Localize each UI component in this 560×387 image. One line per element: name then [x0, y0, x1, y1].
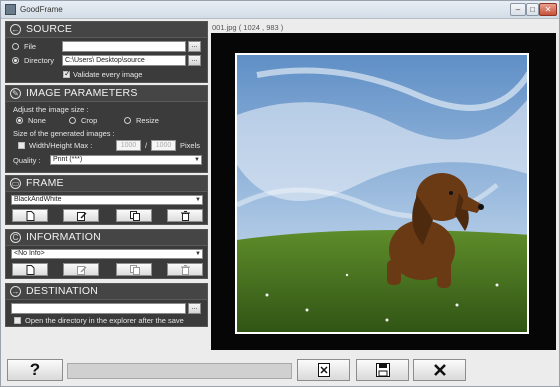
- directory-radio[interactable]: [12, 57, 19, 64]
- directory-path-input[interactable]: C:\Users\ Desktop\source: [62, 55, 186, 66]
- new-document-icon: [26, 265, 35, 275]
- edit-icon: [77, 212, 87, 221]
- copy-icon: [130, 265, 140, 275]
- generate-button[interactable]: [297, 359, 350, 381]
- file-label: File: [24, 42, 37, 51]
- copyright-icon: C: [10, 232, 21, 243]
- destination-path-input[interactable]: [11, 303, 186, 314]
- minimize-button[interactable]: –: [510, 3, 526, 16]
- chevron-down-icon: ▼: [195, 197, 201, 203]
- copy-info-button[interactable]: [116, 263, 152, 276]
- frame-title: FRAME: [26, 177, 64, 189]
- max-size-checkbox[interactable]: [18, 142, 25, 149]
- file-path-input[interactable]: [62, 41, 186, 52]
- information-value: <No Info>: [14, 250, 45, 257]
- progress-bar: [67, 363, 292, 379]
- destination-browse-button[interactable]: ...: [188, 303, 201, 314]
- frame-preview: [211, 33, 556, 350]
- save-button[interactable]: [356, 359, 409, 381]
- destination-panel: → DESTINATION ... Open the directory in …: [5, 283, 208, 327]
- frame-icon: ▭: [10, 178, 21, 189]
- open-directory-checkbox[interactable]: [14, 317, 21, 324]
- size-crop-radio[interactable]: [69, 117, 76, 124]
- max-width-input[interactable]: 1000: [116, 140, 141, 151]
- file-radio[interactable]: [12, 43, 19, 50]
- size-resize-radio[interactable]: [124, 117, 131, 124]
- trash-icon: [181, 265, 190, 275]
- source-header: ← SOURCE: [6, 22, 207, 38]
- size-none-radio[interactable]: [16, 117, 23, 124]
- validate-checkbox[interactable]: [63, 69, 71, 78]
- delete-frame-button[interactable]: [167, 209, 203, 222]
- frame-header: ▭ FRAME: [6, 176, 207, 192]
- edit-frame-button[interactable]: [63, 209, 99, 222]
- quality-label: Quality :: [13, 156, 41, 165]
- information-header: C INFORMATION: [6, 230, 207, 246]
- chevron-down-icon: ▼: [195, 251, 201, 257]
- copy-icon: [130, 211, 140, 221]
- directory-browse-button[interactable]: ...: [188, 55, 201, 66]
- destination-header: → DESTINATION: [6, 284, 207, 300]
- process-file-icon: [317, 363, 330, 377]
- size-separator: /: [145, 141, 148, 150]
- pixels-unit-label: Pixels: [180, 141, 201, 150]
- floppy-disk-icon: [375, 363, 390, 377]
- preview-caption: 001.jpg ( 1024 , 983 ): [212, 23, 284, 32]
- copy-frame-button[interactable]: [116, 209, 152, 222]
- information-title: INFORMATION: [26, 231, 101, 243]
- app-window: GoodFrame – □ ✕ ← SOURCE File ... Direct…: [0, 0, 560, 387]
- quality-value: Print (***): [53, 156, 83, 163]
- size-crop-label: Crop: [81, 116, 98, 125]
- source-panel: ← SOURCE File ... Directory C:\Users\ De…: [5, 21, 208, 83]
- information-select[interactable]: <No Info> ▼: [11, 249, 203, 259]
- adjust-size-label: Adjust the image size :: [13, 105, 89, 114]
- window-title: GoodFrame: [20, 5, 63, 14]
- help-button[interactable]: ?: [7, 359, 63, 381]
- edit-icon: [77, 266, 87, 275]
- generated-size-label: Size of the generated images :: [13, 129, 115, 138]
- pencil-icon: ✎: [10, 88, 21, 99]
- bottom-bar: ?: [1, 356, 559, 386]
- edit-info-button[interactable]: [63, 263, 99, 276]
- size-none-label: None: [28, 116, 46, 125]
- trash-icon: [181, 211, 190, 221]
- app-icon: [5, 4, 16, 15]
- chevron-down-icon: ▼: [194, 157, 200, 163]
- quality-select[interactable]: Print (***) ▼: [50, 155, 202, 165]
- preview-area: 001.jpg ( 1024 , 983 ): [211, 21, 557, 351]
- title-bar: GoodFrame – □ ✕: [1, 1, 559, 19]
- cancel-button[interactable]: [413, 359, 466, 381]
- max-height-input[interactable]: 1000: [151, 140, 176, 151]
- preview-photo: [235, 53, 529, 334]
- image-parameters-panel: ✎ IMAGE PARAMETERS Adjust the image size…: [5, 85, 208, 173]
- image-parameters-title: IMAGE PARAMETERS: [26, 87, 138, 99]
- new-frame-button[interactable]: [12, 209, 48, 222]
- validate-label: Validate every image: [73, 70, 143, 79]
- size-resize-label: Resize: [136, 116, 159, 125]
- frame-select[interactable]: BlackAndWhite ▼: [11, 195, 203, 205]
- source-title: SOURCE: [26, 23, 73, 35]
- information-panel: C INFORMATION <No Info> ▼: [5, 229, 208, 279]
- frame-value: BlackAndWhite: [14, 196, 62, 203]
- file-browse-button[interactable]: ...: [188, 41, 201, 52]
- close-icon: [433, 364, 446, 376]
- destination-title: DESTINATION: [26, 285, 99, 297]
- close-window-button[interactable]: ✕: [539, 3, 557, 16]
- frame-panel: ▭ FRAME BlackAndWhite ▼: [5, 175, 208, 225]
- open-directory-label: Open the directory in the explorer after…: [25, 316, 184, 325]
- dog-photo-image: [237, 55, 527, 332]
- max-size-label: Width/Height Max :: [29, 141, 93, 150]
- arrow-right-icon: →: [10, 286, 21, 297]
- new-info-button[interactable]: [12, 263, 48, 276]
- image-parameters-header: ✎ IMAGE PARAMETERS: [6, 86, 207, 102]
- directory-label: Directory: [24, 56, 55, 65]
- arrow-left-icon: ←: [10, 24, 21, 35]
- new-document-icon: [26, 211, 35, 221]
- delete-info-button[interactable]: [167, 263, 203, 276]
- maximize-button[interactable]: □: [526, 3, 539, 16]
